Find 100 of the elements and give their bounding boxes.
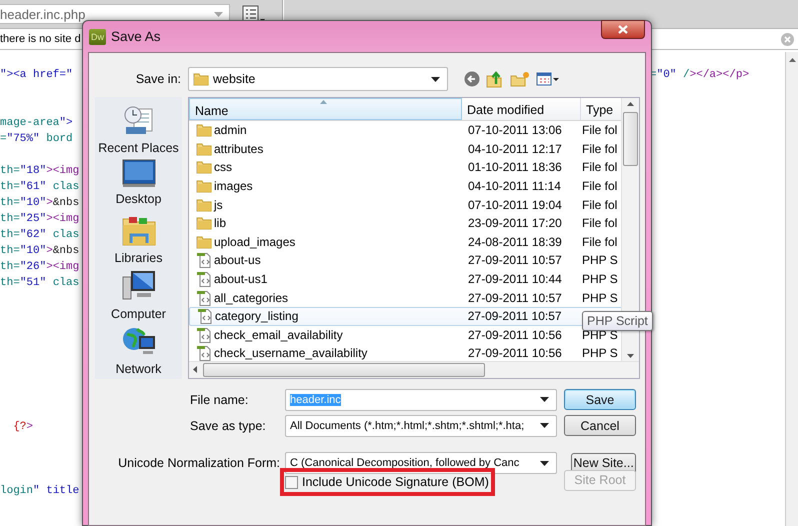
field-label: File name: [189,392,250,406]
view-menu-icon[interactable] [536,71,560,87]
back-icon[interactable] [464,71,480,87]
folder-icon [196,178,212,194]
code-line: ="75%" bord [0,133,73,145]
file-row[interactable]: admin 07-10-2011 13:06 File fol [189,121,623,140]
dropdown-arrow-icon[interactable] [540,460,549,466]
field-label: Save in: [134,72,181,86]
file-name: category_listing [215,309,298,324]
folder-icon [196,196,212,213]
place-item[interactable]: Recent Places [95,103,182,158]
file-type: File fol [582,142,618,156]
bom-checkbox[interactable]: Include Unicode Signature (BOM) [285,475,489,489]
up-folder-icon[interactable] [486,70,504,88]
code-line: th="10">&nbs [0,197,80,209]
php-file-icon [196,290,212,306]
folder-icon [196,140,212,157]
scroll-thumb[interactable] [203,363,485,377]
php-file-icon [196,252,212,268]
scroll-down-icon[interactable] [627,354,634,358]
dialog-button[interactable]: Save [564,389,636,410]
scroll-thumb[interactable] [623,112,638,166]
horizontal-scrollbar[interactable] [189,361,639,378]
php-file-icon [196,345,212,362]
code-line: {?> [12,421,34,433]
date-modified: 07-10-2011 19:04 [468,198,562,212]
folder-icon [196,122,212,138]
column-header[interactable]: Name [189,98,462,120]
file-name: check_email_availability [214,328,343,342]
date-modified: 27-09-2011 10:57 [468,309,562,324]
file-type: File fol [582,216,618,230]
file-row[interactable]: about-us1 27-09-2011 10:44 PHP S [189,270,623,288]
window-title: Save As [111,29,161,44]
file-name: about-us1 [214,272,268,286]
file-name: about-us [214,253,261,268]
dropdown-arrow-icon[interactable] [540,423,549,428]
date-modified: 27-09-2011 10:56 [468,346,562,360]
place-item[interactable]: Computer [95,268,182,324]
list-view-icon[interactable] [242,5,266,23]
file-type-dropdown[interactable]: All Documents (*.htm;*.html;*.shtm;*.shtml;*.hta; [285,414,557,436]
date-modified: 04-10-2011 11:14 [468,179,561,194]
sort-arrow-icon [320,100,327,104]
file-row[interactable]: all_categories 27-09-2011 10:57 PHP S [189,288,623,307]
date-modified: 27-09-2011 10:57 [468,290,562,305]
place-item[interactable]: Libraries [95,213,182,269]
file-row[interactable]: images 04-10-2011 11:14 File fol [189,176,623,196]
file-row[interactable]: upload_images 24-08-2011 18:39 File fol [189,232,623,252]
field-label: Unicode Normalization Form: [118,456,280,470]
code-line: th="61" clas [0,181,80,193]
file-name: admin [214,123,247,138]
php-file-icon [196,326,212,343]
file-name: upload_images [214,234,296,249]
file-type: PHP S [582,253,618,268]
dialog-button[interactable]: Cancel [564,415,636,436]
date-modified: 24-08-2011 18:39 [468,234,562,249]
folder-icon [196,159,212,176]
place-item[interactable]: Network [95,324,182,380]
location-dropdown[interactable]: website [188,67,448,91]
dropdown-arrow-icon[interactable] [431,76,440,82]
column-header[interactable]: Date modified [462,98,581,120]
code-line: th="10">&nbs [0,245,80,257]
file-row[interactable]: js 07-10-2011 19:04 File fol [189,195,623,214]
date-modified: 23-09-2011 17:20 [468,216,562,230]
php-file-icon [196,271,212,288]
scroll-left-icon[interactable] [193,366,197,373]
file-type: File fol [582,198,618,212]
file-row[interactable]: css 01-10-2011 18:36 File fol [189,158,623,177]
scrollbar[interactable] [785,52,798,526]
close-icon [618,25,628,34]
place-item[interactable]: Desktop [95,158,182,214]
folder-icon [196,215,212,232]
php-file-icon [197,308,213,324]
file-name: lib [214,216,226,230]
file-name: all_categories [214,290,288,305]
file-type: File fol [582,179,618,194]
code-line: th="25"><img [0,213,80,225]
desktop-icon [122,158,156,188]
app-logo: Dw [89,28,106,44]
file-type: File fol [582,160,618,174]
close-button[interactable] [601,20,645,39]
date-modified: 27-09-2011 10:57 [468,253,562,268]
file-row[interactable]: lib 23-09-2011 17:20 File fol [189,214,623,233]
code-line: th="62" clas [0,229,80,241]
code-line: th="51" clas [0,277,80,289]
field-label: Save as type: [189,418,267,432]
file-row[interactable]: attributes 04-10-2011 12:17 File fol [189,140,623,158]
scroll-up-icon[interactable] [627,102,634,106]
dropdown-arrow-icon[interactable] [540,397,549,402]
file-name: attributes [214,142,264,156]
scroll-up-icon[interactable] [788,58,796,62]
folder-icon [193,71,209,87]
file-type: PHP S [582,346,618,360]
date-modified: 27-09-2011 10:44 [468,272,562,286]
code-line: login" title [0,485,80,497]
date-modified: 04-10-2011 12:17 [468,142,562,156]
folder-icon [196,234,212,250]
file-name: images [214,179,253,194]
code-line: th="18"><img [0,165,80,177]
file-row[interactable]: about-us 27-09-2011 10:57 PHP S [189,251,623,270]
file-row[interactable]: check_username_availability 27-09-2011 10:56 PHP S [189,344,623,363]
